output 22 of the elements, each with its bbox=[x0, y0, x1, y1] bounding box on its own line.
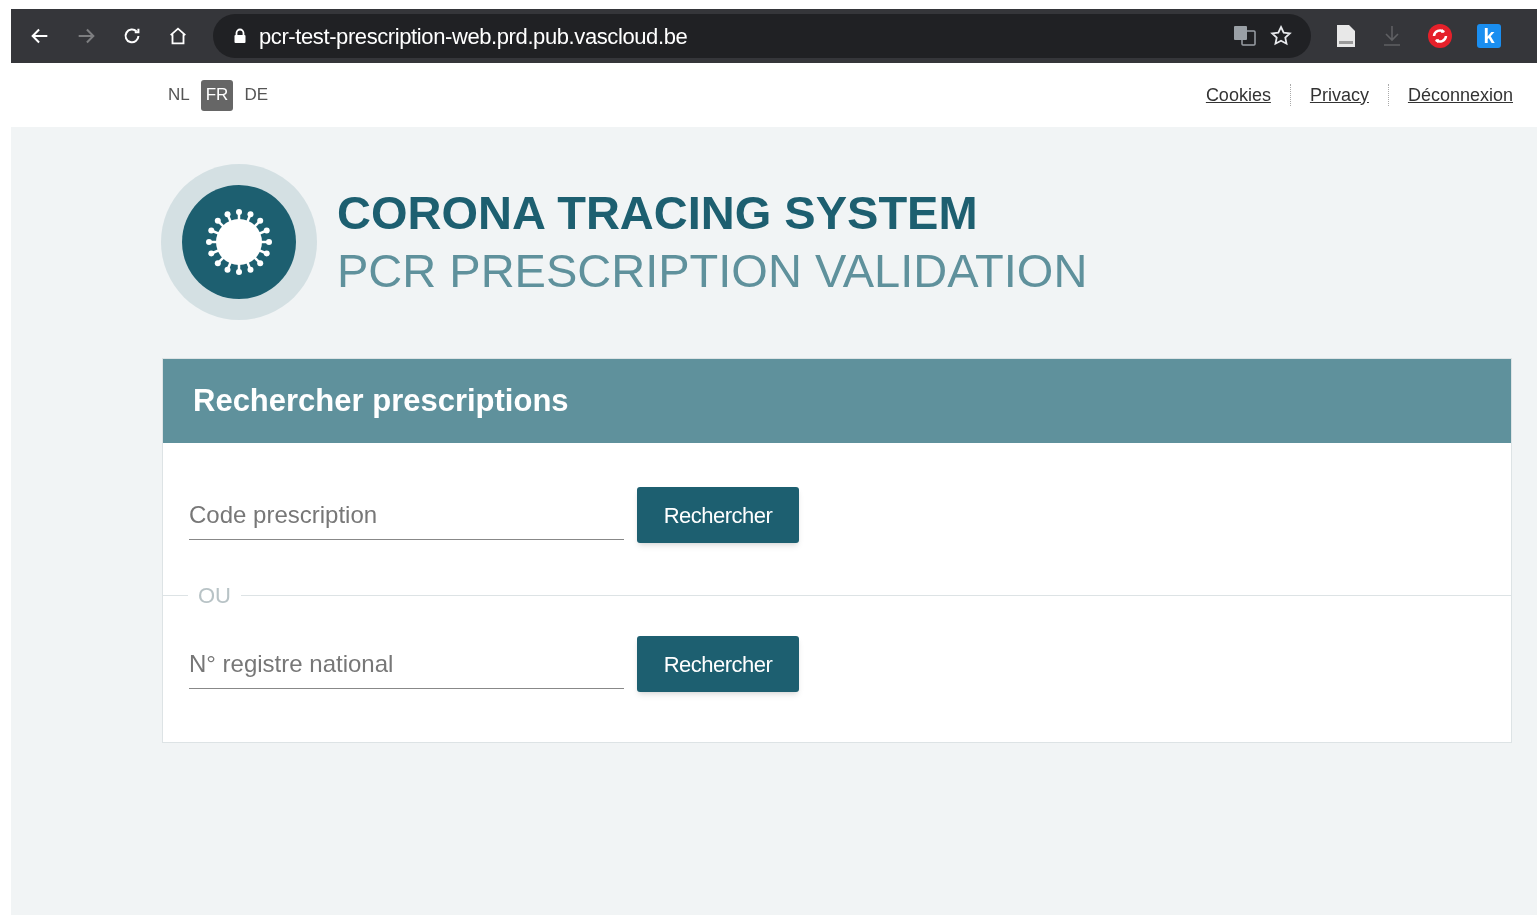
search-field[interactable]: N° registre national bbox=[189, 639, 624, 689]
lock-icon bbox=[233, 28, 247, 44]
header-link[interactable]: Privacy bbox=[1309, 81, 1369, 109]
header-link[interactable]: Cookies bbox=[1205, 81, 1271, 109]
language-tab[interactable]: DE bbox=[239, 79, 274, 111]
language-tab[interactable]: NL bbox=[163, 79, 195, 111]
separator-label: OU bbox=[197, 582, 232, 610]
search-button[interactable]: Rechercher bbox=[637, 636, 799, 692]
header-link[interactable]: Déconnexion bbox=[1407, 81, 1513, 109]
sync-extension-icon[interactable] bbox=[1427, 23, 1453, 49]
virus-logo-icon bbox=[161, 164, 317, 320]
address-bar[interactable]: pcr-test-prescription-web.prd.pub.vascloud.be bbox=[213, 14, 1311, 58]
panel-title: Rechercher prescriptions bbox=[193, 381, 569, 420]
star-icon[interactable] bbox=[1269, 24, 1293, 48]
url-text: pcr-test-prescription-web.prd.pub.vascloud.be bbox=[259, 22, 689, 51]
document-icon[interactable] bbox=[1335, 24, 1357, 48]
app-title: CORONA TRACING SYSTEM bbox=[337, 185, 979, 241]
app-subtitle: PCR PRESCRIPTION VALIDATION bbox=[337, 243, 1088, 299]
search-button[interactable]: Rechercher bbox=[637, 487, 799, 543]
search-field[interactable]: Code prescription bbox=[189, 490, 624, 540]
language-tab[interactable]: FR bbox=[200, 79, 234, 111]
home-icon[interactable] bbox=[167, 25, 189, 47]
